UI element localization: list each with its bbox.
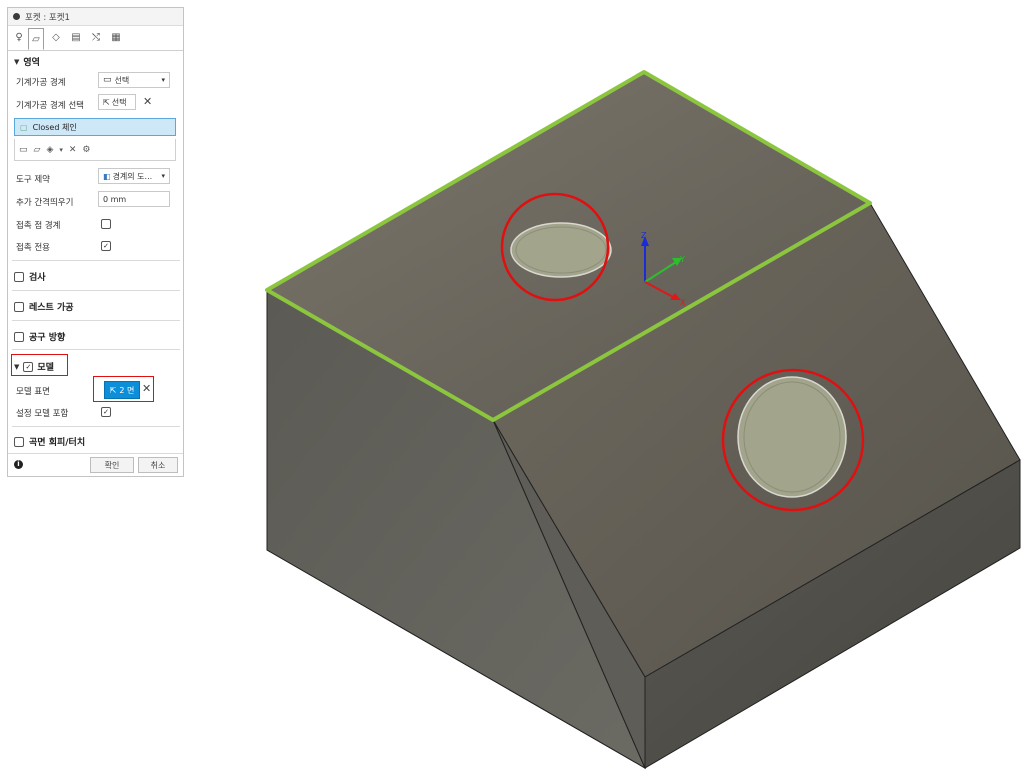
machining-boundary-label: 기계가공 경계 [16,78,66,88]
collapse-icon[interactable] [13,13,20,20]
chevron-down-icon: ▾ [161,172,165,180]
chain-icon: ▢ [20,122,28,132]
expand-triangle-icon: ▼ [14,57,20,66]
model-surface-label: 모델 표면 [16,387,50,397]
dialog-tabs: ♀ ▱ ◇ ▤ ⤭ ▦ [8,26,183,51]
rest-machining-checkbox[interactable] [14,301,24,312]
tab-passes[interactable]: ▤ [68,29,84,45]
avoid-checkbox[interactable] [14,436,24,447]
model-surface-value: 2 면 [119,385,135,395]
divider [12,349,180,350]
include-setup-model-checkbox[interactable]: ✓ [101,407,111,417]
info-icon[interactable]: i [14,460,23,469]
machining-boundary-select[interactable]: ▭ 선택 ▾ [98,72,170,88]
tab-linking[interactable]: ⤭ [88,29,104,45]
gear-icon[interactable]: ⚙ [82,145,90,155]
chevron-down-icon: ▾ [161,76,165,84]
closed-chain-label: Closed 체인 [32,122,77,132]
section-inspection-title: 검사 [29,273,46,283]
contact-point-boundary-checkbox[interactable] [101,219,111,229]
expand-triangle-icon: ▼ [14,362,20,371]
passes-icon: ▤ [71,31,81,43]
heights-icon: ◇ [52,31,60,43]
chain-add-icon[interactable]: ▭ [19,145,28,155]
top-hole [510,222,612,278]
extra-offset-input[interactable]: 0 mm [98,191,170,207]
ok-button[interactable]: 확인 [90,457,134,473]
inspection-checkbox[interactable] [14,271,24,282]
section-model-title: 모델 [37,363,54,373]
tool-icon: ♀ [15,31,23,43]
containment-icon: ◧ [103,171,111,181]
tool-orientation-checkbox[interactable] [14,331,24,342]
section-model-header[interactable]: ▼ ✓ 모델 [14,360,54,373]
boundary-icon: ▭ [103,75,112,85]
tool-containment-select[interactable]: ◧ 경계의 도... ▾ [98,168,170,184]
section-region-title: 영역 [23,58,40,68]
tab-geometry[interactable]: ▱ [28,28,44,50]
section-rest-machining-title: 레스트 가공 [29,303,74,313]
tab-heights[interactable]: ◇ [48,29,64,45]
contact-only-label: 접촉 전용 [16,243,50,253]
section-region-header[interactable]: ▼ 영역 [14,55,40,69]
extra-offset-value: 0 mm [103,194,127,204]
linking-icon: ⤭ [92,31,100,43]
contact-point-boundary-label: 접촉 점 경계 [16,221,61,231]
cursor-icon: ⇱ [109,385,117,395]
contact-only-checkbox[interactable]: ✓ [101,241,111,251]
section-avoid-title: 곡면 회피/터치 [29,438,86,448]
shaft-icon: ▦ [111,31,121,43]
divider [12,290,180,291]
dialog-title: 포켓 : 포켓1 [25,12,70,23]
chevron-down-icon[interactable]: ▾ [59,146,63,154]
divider [12,320,180,321]
geometry-icon: ▱ [32,33,40,45]
chain-toolbar: ▭ ▱ ◈ ▾ ✕ ⚙ [14,139,176,161]
section-tool-orientation-title: 공구 방향 [29,333,66,343]
section-inspection-header[interactable]: 검사 [14,270,46,283]
cancel-button[interactable]: 취소 [138,457,178,473]
pocket-dialog: 포켓 : 포켓1 ♀ ▱ ◇ ▤ ⤭ ▦ ▼ 영역 기계가공 경계 ▭ 선택 ▾… [7,7,184,477]
tab-shaft[interactable]: ▦ [108,29,124,45]
slope-hole [737,376,847,498]
tab-tool[interactable]: ♀ [11,29,27,45]
chain-edit-icon[interactable]: ▱ [34,145,41,155]
tool-containment-label: 도구 제약 [16,175,50,185]
cursor-icon: ⇱ [103,97,110,107]
clear-model-surface-icon[interactable]: ✕ [142,382,151,395]
section-rest-machining-header[interactable]: 레스트 가공 [14,300,74,313]
axis-y-label: Y [679,255,685,264]
boundary-select-button[interactable]: ⇱ 선택 [98,94,136,110]
section-avoid-header[interactable]: 곡면 회피/터치 [14,435,85,448]
dialog-titlebar: 포켓 : 포켓1 [8,8,183,26]
clear-selection-icon[interactable]: ✕ [143,95,152,108]
machining-boundary-value: 선택 [114,75,130,85]
dialog-footer: i 확인 취소 [8,453,183,478]
divider [12,260,180,261]
section-tool-orientation-header[interactable]: 공구 방향 [14,330,65,343]
axis-x-label: X [680,298,686,307]
divider [12,426,180,427]
model-surface-select-button[interactable]: ⇱ 2 면 [104,381,140,399]
axis-z-label: Z [641,231,647,240]
chain-delete-icon[interactable]: ✕ [69,145,77,155]
closed-chain-item[interactable]: ▢ Closed 체인 [14,118,176,136]
boundary-select-label: 기계가공 경계 선택 [16,101,84,111]
include-setup-model-label: 설정 모델 포함 [16,409,69,419]
extra-offset-label: 추가 간격띄우기 [16,198,74,208]
tool-containment-value: 경계의 도... [112,171,153,181]
model-checkbox[interactable]: ✓ [23,361,34,372]
chain-open-icon[interactable]: ◈ [46,145,53,155]
boundary-select-value: 선택 [111,97,127,107]
